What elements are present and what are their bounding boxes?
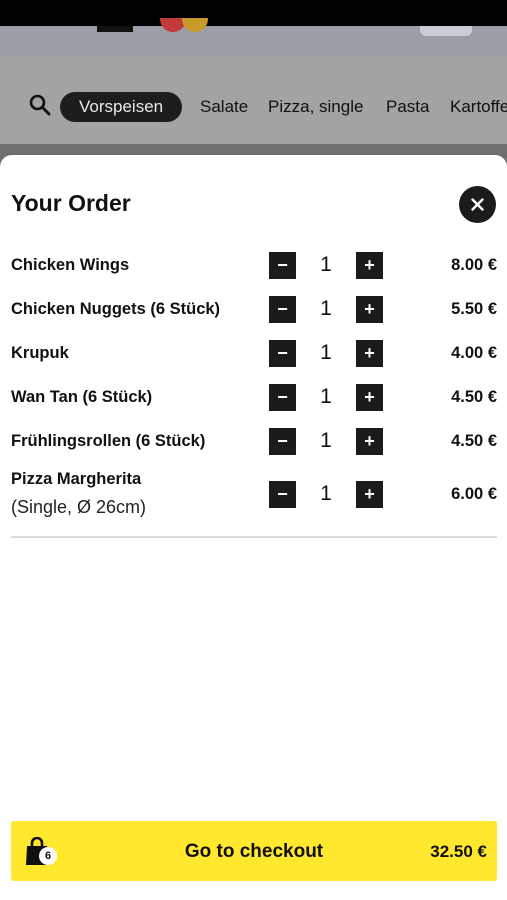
item-quantity: 1 — [320, 253, 332, 276]
order-sheet: Your Order Chicken Wings − 1 + 8.00 € Ch… — [0, 155, 507, 900]
item-quantity: 1 — [320, 297, 332, 320]
checkout-button[interactable]: 6 Go to checkout 32.50 € — [11, 821, 497, 881]
close-button[interactable] — [459, 186, 496, 223]
category-tab-kartoffel[interactable]: Kartoffe — [450, 92, 507, 122]
item-name: Wan Tan (6 Stück) — [11, 388, 153, 406]
card-logo-icon-2 — [182, 18, 208, 32]
item-quantity: 1 — [320, 429, 332, 452]
item-name: Krupuk — [11, 344, 69, 362]
decrease-quantity-button[interactable]: − — [269, 252, 296, 279]
category-tab-pizza-single[interactable]: Pizza, single — [268, 92, 363, 122]
increase-quantity-button[interactable]: + — [356, 340, 383, 367]
close-icon — [471, 198, 484, 211]
item-price: 8.00 € — [451, 256, 497, 274]
checkout-total: 32.50 € — [430, 842, 487, 861]
decrease-quantity-button[interactable]: − — [269, 384, 296, 411]
item-price: 4.50 € — [451, 388, 497, 406]
item-quantity: 1 — [320, 482, 332, 505]
increase-quantity-button[interactable]: + — [356, 481, 383, 508]
header-pill — [420, 26, 472, 36]
item-price: 5.50 € — [451, 300, 497, 318]
decrease-quantity-button[interactable]: − — [269, 481, 296, 508]
header-strip — [0, 18, 507, 56]
category-tab-pasta[interactable]: Pasta — [386, 92, 429, 122]
category-tab-salate[interactable]: Salate — [200, 92, 248, 122]
decrease-quantity-button[interactable]: − — [269, 296, 296, 323]
order-title: Your Order — [11, 190, 131, 216]
category-bar: Vorspeisen Salate Pizza, single Pasta Ka… — [0, 56, 507, 144]
item-quantity: 1 — [320, 341, 332, 364]
divider — [11, 536, 497, 538]
item-name: Pizza Margherita — [11, 470, 142, 488]
checkout-label: Go to checkout — [184, 841, 324, 862]
increase-quantity-button[interactable]: + — [356, 384, 383, 411]
item-price: 6.00 € — [451, 485, 497, 503]
header-fragment — [97, 26, 133, 32]
item-price: 4.00 € — [451, 344, 497, 362]
increase-quantity-button[interactable]: + — [356, 428, 383, 455]
decrease-quantity-button[interactable]: − — [269, 340, 296, 367]
status-bar — [0, 0, 507, 26]
item-price: 4.50 € — [451, 432, 497, 450]
item-quantity: 1 — [320, 385, 332, 408]
item-note: (Single, Ø 26cm) — [11, 497, 147, 517]
increase-quantity-button[interactable]: + — [356, 296, 383, 323]
item-name: Chicken Nuggets (6 Stück) — [11, 300, 221, 318]
search-icon[interactable] — [28, 93, 52, 117]
item-name: Chicken Wings — [11, 256, 130, 274]
increase-quantity-button[interactable]: + — [356, 252, 383, 279]
item-name: Frühlingsrollen (6 Stück) — [11, 432, 206, 450]
decrease-quantity-button[interactable]: − — [269, 428, 296, 455]
category-tab-vorspeisen[interactable]: Vorspeisen — [60, 92, 183, 122]
